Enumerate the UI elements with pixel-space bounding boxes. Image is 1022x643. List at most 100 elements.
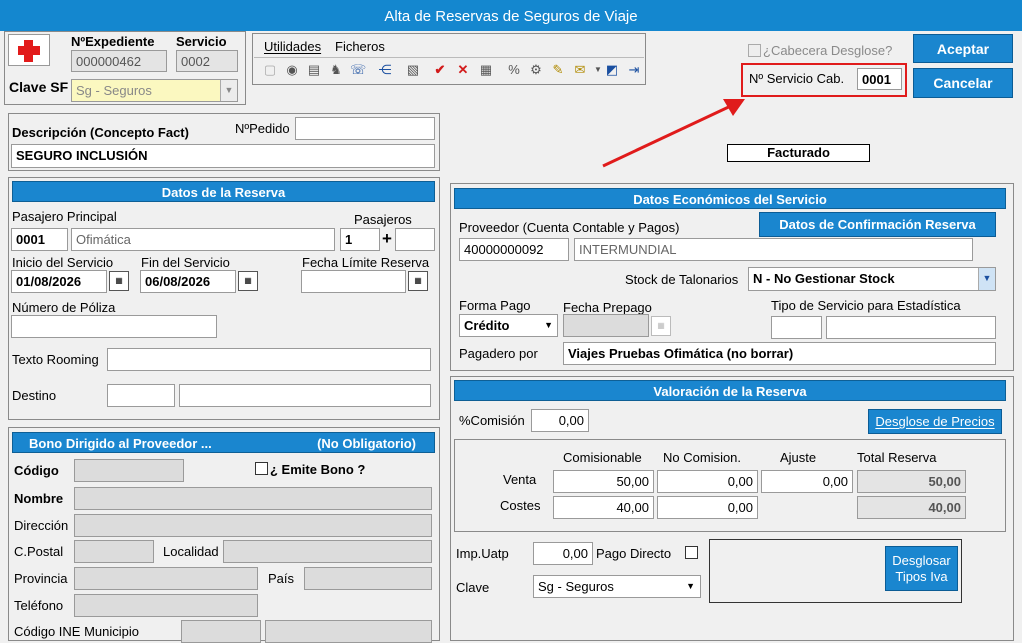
pagadero-input[interactable]: Viajes Pruebas Ofimática (no borrar) (563, 342, 996, 365)
descripcion-input[interactable]: SEGURO INCLUSIÓN (11, 144, 435, 168)
direccion-label: Dirección (14, 518, 69, 533)
calculator-icon[interactable]: ▦ (478, 62, 494, 78)
save-icon[interactable]: ▢ (262, 62, 278, 78)
calendar-icon[interactable]: ▦ (408, 271, 428, 291)
pasajero-name-input[interactable]: Ofimática (71, 228, 335, 251)
desglosar-line1: Desglosar (892, 553, 951, 568)
comision-label: %Comisión (459, 413, 525, 428)
expediente-field[interactable]: 000000462 (71, 50, 167, 72)
view-icon[interactable]: ◉ (284, 62, 300, 78)
servicio-field[interactable]: 0002 (176, 50, 238, 72)
delete-icon[interactable]: ✕ (455, 62, 471, 78)
bono-header-right: (No Obligatorio) (317, 436, 416, 451)
pasajero-label: Pasajero Principal (12, 209, 117, 224)
tool-icon[interactable]: ⚙ (528, 62, 544, 78)
tipo-servicio-name-input[interactable] (826, 316, 996, 339)
comision-input[interactable]: 0,00 (531, 409, 589, 432)
servicio-cab-input[interactable]: 0001 (857, 68, 902, 90)
costes-comisionable-input[interactable]: 40,00 (553, 496, 654, 519)
facturado-badge: Facturado (727, 144, 870, 162)
chevron-down-icon[interactable]: ▼ (686, 576, 695, 597)
nombre-input[interactable] (74, 487, 432, 510)
clave-sf-label: Clave SF (9, 79, 69, 95)
pago-directo-checkbox[interactable] (685, 546, 698, 559)
calendar-icon[interactable]: ▦ (109, 271, 129, 291)
economicos-header: Datos Económicos del Servicio (454, 188, 1006, 209)
forma-pago-value: Crédito (464, 318, 510, 333)
emite-bono-label: ¿ Emite Bono ? (270, 462, 366, 477)
clave-select[interactable]: Sg - Seguros ▼ (533, 575, 701, 598)
localidad-input[interactable] (223, 540, 432, 563)
confirmacion-button[interactable]: Datos de Confirmación Reserva (759, 212, 996, 237)
chart-icon[interactable]: ◩ (604, 62, 620, 78)
accept-button[interactable]: Aceptar (913, 34, 1013, 63)
stock-select[interactable]: N - No Gestionar Stock ▼ (748, 267, 996, 291)
cpostal-input[interactable] (74, 540, 154, 563)
fecha-prepago-input[interactable] (563, 314, 649, 337)
proveedor-code-input[interactable]: 40000000092 (459, 238, 569, 261)
exit-icon[interactable]: ⇥ (626, 62, 642, 78)
tree-icon[interactable]: ⋲ (377, 62, 393, 78)
direccion-input[interactable] (74, 514, 432, 537)
tipo-servicio-label: Tipo de Servicio para Estadística (771, 298, 961, 313)
print-icon[interactable]: ▤ (306, 62, 322, 78)
chevron-down-icon[interactable]: ▼ (544, 315, 553, 336)
notes-icon[interactable]: ▧ (405, 62, 421, 78)
menu-utilidades[interactable]: Utilidades (264, 39, 321, 54)
pasajeros-input[interactable]: 1 (340, 228, 380, 251)
col-total-reserva: Total Reserva (857, 450, 937, 465)
provincia-input[interactable] (74, 567, 258, 590)
clave-sf-select[interactable]: Sg - Seguros ▼ (71, 79, 238, 102)
proveedor-name-input[interactable]: INTERMUNDIAL (574, 238, 973, 261)
tipo-servicio-code-input[interactable] (771, 316, 822, 339)
venta-ajuste-input[interactable]: 0,00 (761, 470, 853, 493)
chevron-down-icon[interactable]: ▼ (220, 80, 237, 101)
codigo-input[interactable] (74, 459, 184, 482)
pais-label: País (268, 571, 295, 586)
calendar-icon[interactable]: ▦ (238, 271, 258, 291)
cancel-button[interactable]: Cancelar (913, 68, 1013, 98)
destino-code-input[interactable] (107, 384, 175, 407)
find-icon[interactable]: ♞ (328, 62, 344, 78)
cabecera-desglose-checkbox[interactable] (748, 44, 761, 57)
telefono-input[interactable] (74, 594, 258, 617)
edit-icon[interactable]: ✎ (550, 62, 566, 78)
cpostal-label: C.Postal (14, 544, 64, 559)
destino-name-input[interactable] (179, 384, 431, 407)
rooming-input[interactable] (107, 348, 431, 371)
costes-no-comision-input[interactable]: 0,00 (657, 496, 758, 519)
poliza-input[interactable] (11, 315, 217, 338)
costes-total-field: 40,00 (857, 496, 966, 519)
proveedor-label: Proveedor (Cuenta Contable y Pagos) (459, 220, 680, 235)
venta-comisionable-input[interactable]: 50,00 (553, 470, 654, 493)
fin-input[interactable]: 06/08/2026 (140, 270, 236, 293)
desglosar-line2: Tipos Iva (895, 569, 948, 584)
chevron-down-icon[interactable]: ▼ (978, 268, 995, 290)
pasajero-code-input[interactable]: 0001 (11, 228, 68, 251)
pedido-input[interactable] (295, 117, 435, 140)
ine-name-input[interactable] (265, 620, 432, 643)
desglosar-iva-button[interactable]: Desglosar Tipos Iva (885, 546, 958, 591)
check-icon[interactable]: ✔ (432, 62, 448, 78)
forma-pago-label: Forma Pago (459, 298, 531, 313)
percent-icon[interactable]: % (506, 62, 522, 78)
pasajeros-extra-input[interactable] (395, 228, 435, 251)
desglose-precios-button[interactable]: Desglose de Precios (868, 409, 1002, 434)
stock-label: Stock de Talonarios (625, 272, 739, 287)
inicio-input[interactable]: 01/08/2026 (11, 270, 107, 293)
forma-pago-select[interactable]: Crédito ▼ (459, 314, 558, 337)
emite-bono-checkbox[interactable] (255, 462, 268, 475)
ine-code-input[interactable] (181, 620, 261, 643)
plus-icon[interactable]: + (382, 229, 392, 249)
phone-icon[interactable]: ☏ (350, 62, 366, 78)
pais-input[interactable] (304, 567, 432, 590)
toolbar-divider (254, 57, 644, 58)
calendar-icon[interactable]: ▦ (651, 316, 671, 336)
venta-no-comision-input[interactable]: 0,00 (657, 470, 758, 493)
bono-header-title: Bono Dirigido al Proveedor ... (29, 436, 212, 451)
limite-input[interactable] (301, 270, 406, 293)
uatp-input[interactable]: 0,00 (533, 542, 593, 565)
menu-ficheros[interactable]: Ficheros (335, 39, 385, 54)
attach-icon[interactable]: ✉ (572, 62, 588, 78)
reserva-header: Datos de la Reserva (12, 181, 435, 202)
